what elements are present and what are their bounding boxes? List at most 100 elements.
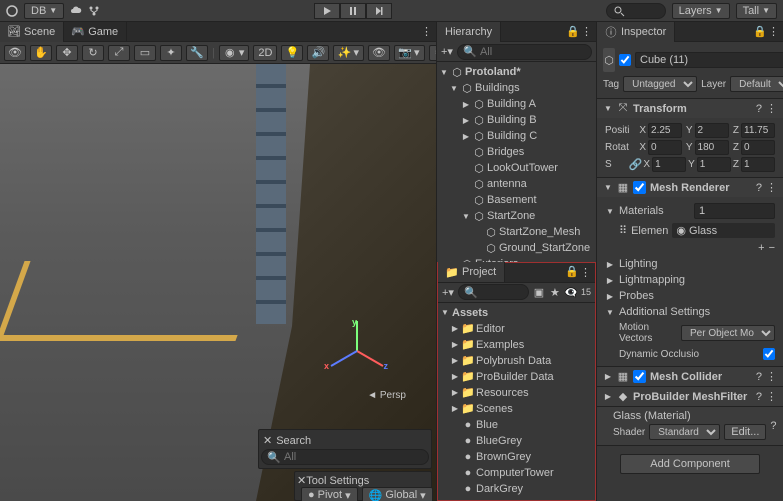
rect-tool[interactable]: ▭ — [134, 45, 156, 61]
mesh-renderer-toggle[interactable] — [633, 181, 646, 194]
hierarchy-item[interactable]: ⬡Bridges — [437, 144, 596, 160]
rotation-x[interactable] — [648, 140, 682, 155]
link-icon[interactable]: 🔗 — [629, 159, 641, 171]
project-item[interactable]: ●BrownGrey — [438, 449, 595, 465]
lighting-toggle[interactable]: 💡 — [281, 45, 303, 61]
project-item[interactable]: ●ComputerTower — [438, 465, 595, 481]
audio-toggle[interactable]: 🔊 — [307, 45, 329, 61]
global-toggle[interactable]: 🌐Global▾ — [362, 487, 433, 501]
motion-vectors-dropdown[interactable]: Per Object Mo — [681, 325, 775, 341]
drag-handle-icon[interactable]: ⠿ — [619, 224, 627, 237]
tab-menu-icon[interactable]: ⋮ — [768, 25, 779, 38]
camera-dropdown[interactable]: 📷▾ — [394, 45, 425, 61]
shader-dropdown[interactable]: Standard — [649, 424, 720, 440]
project-search[interactable]: 🔍 — [458, 284, 529, 300]
fold-icon[interactable]: ▼ — [440, 308, 450, 317]
fold-icon[interactable]: ▶ — [450, 388, 460, 397]
version-control-icon[interactable] — [88, 5, 100, 17]
lock-icon[interactable]: 🔒 — [754, 25, 766, 37]
fold-icon[interactable]: ▼ — [603, 183, 613, 192]
project-item[interactable]: ●Blue — [438, 417, 595, 433]
pause-button[interactable] — [340, 3, 366, 19]
transform-tool[interactable]: ✦ — [160, 45, 182, 61]
probuilder-header[interactable]: ▶◆ProBuilder MeshFilter?⋮ — [597, 387, 783, 406]
rotation-y[interactable] — [695, 140, 729, 155]
help-icon[interactable]: ? — [756, 182, 762, 194]
fold-icon[interactable]: ▶ — [450, 356, 460, 365]
close-icon[interactable]: ✕ — [263, 434, 272, 447]
edit-material-button[interactable]: Edit... — [724, 424, 766, 440]
tab-menu-icon[interactable]: ⋮ — [581, 25, 592, 38]
dynamic-occlusion-toggle[interactable] — [763, 348, 775, 360]
close-icon[interactable]: ✕ — [297, 475, 306, 487]
visibility-toggle[interactable]: 👁 — [368, 45, 390, 61]
transform-header[interactable]: ▼⤧Transform?⋮ — [597, 99, 783, 118]
menu-icon[interactable]: ⋮ — [766, 181, 777, 194]
hand-tool[interactable]: ✋ — [30, 45, 52, 61]
fold-icon[interactable]: ▶ — [603, 392, 613, 401]
hierarchy-item[interactable]: ⬡LookOutTower — [437, 160, 596, 176]
fold-icon[interactable]: ▶ — [450, 340, 460, 349]
scale-z[interactable] — [741, 157, 775, 172]
position-y[interactable] — [695, 123, 729, 138]
scene-search-input[interactable]: 🔍 — [261, 449, 429, 465]
hierarchy-item[interactable]: ▶⬡Building A — [437, 96, 596, 112]
menu-icon[interactable]: ⋮ — [766, 390, 777, 403]
scale-y[interactable] — [697, 157, 731, 172]
move-tool[interactable]: ✥ — [56, 45, 78, 61]
mode-2d[interactable]: 2D — [253, 45, 277, 61]
position-x[interactable] — [648, 123, 682, 138]
hierarchy-item[interactable]: ▼⬡StartZone — [437, 208, 596, 224]
hierarchy-item[interactable]: ▶⬡Building B — [437, 112, 596, 128]
fx-dropdown[interactable]: ✨▾ — [333, 45, 364, 61]
add-component-button[interactable]: Add Component — [620, 454, 760, 474]
layer-dropdown[interactable]: Default — [730, 76, 783, 92]
hierarchy-search[interactable]: 🔍 — [457, 44, 592, 60]
project-tree[interactable]: ▼Assets ▶📁Editor▶📁Examples▶📁Polybrush Da… — [438, 303, 595, 501]
hidden-icon[interactable]: 👁‍🗨 — [565, 286, 577, 298]
position-z[interactable] — [741, 123, 775, 138]
add-icon[interactable]: +▾ — [441, 45, 453, 58]
material-slot[interactable]: ◉ Glass — [672, 223, 775, 238]
hierarchy-item[interactable]: ▶⬡Building C — [437, 128, 596, 144]
help-icon[interactable]: ? — [756, 391, 762, 403]
play-button[interactable] — [314, 3, 340, 19]
fold-icon[interactable]: ▶ — [450, 404, 460, 413]
cloud-icon[interactable] — [70, 5, 82, 17]
fold-icon[interactable]: ▼ — [461, 212, 471, 221]
add-icon[interactable]: + — [758, 242, 764, 254]
menu-icon[interactable]: ⋮ — [766, 102, 777, 115]
pivot-toggle[interactable]: ●Pivot▾ — [301, 487, 358, 501]
help-icon[interactable]: ? — [756, 103, 762, 115]
favorite-icon[interactable]: ★ — [549, 286, 561, 298]
fold-icon[interactable]: ▶ — [461, 132, 471, 141]
add-icon[interactable]: +▾ — [442, 286, 454, 299]
move-gizmo[interactable]: y x z — [326, 321, 386, 381]
tab-scene[interactable]: 🏞Scene — [0, 22, 64, 42]
hierarchy-item[interactable]: ⬡Ground_StartZone — [437, 240, 596, 256]
hierarchy-item[interactable]: ⬡StartZone_Mesh — [437, 224, 596, 240]
tab-menu-icon[interactable]: ⋮ — [580, 266, 591, 279]
orientation-gizmo[interactable]: Persp — [367, 390, 406, 401]
material-header[interactable]: Glass (Material) ShaderStandardEdit... ?… — [597, 407, 783, 445]
gameobject-icon[interactable]: ⬡ — [603, 48, 615, 72]
rotation-z[interactable] — [741, 140, 775, 155]
scale-x[interactable] — [652, 157, 686, 172]
hierarchy-root[interactable]: ▼⬡Protoland* — [437, 64, 596, 80]
fold-icon[interactable]: ▶ — [450, 324, 460, 333]
fold-icon[interactable]: ▼ — [439, 68, 449, 77]
scene-viewport[interactable]: y x z Persp ✕Search 🔍 ✕Tool Settings ●Pi… — [0, 64, 436, 501]
project-item[interactable]: ▶📁ProBuilder Data — [438, 369, 595, 385]
hierarchy-item[interactable]: ⬡antenna — [437, 176, 596, 192]
project-item[interactable]: ▶📁Polybrush Data — [438, 353, 595, 369]
view-tool[interactable]: 👁 — [4, 45, 26, 61]
project-item[interactable]: ▶📁Resources — [438, 385, 595, 401]
project-root[interactable]: ▼Assets — [438, 305, 595, 321]
tab-hierarchy[interactable]: Hierarchy — [437, 22, 501, 42]
lightmapping-label[interactable]: Lightmapping — [619, 274, 685, 286]
project-item[interactable]: ▶📁Scenes — [438, 401, 595, 417]
tag-dropdown[interactable]: Untagged — [623, 76, 697, 92]
tab-game[interactable]: 🎮Game — [64, 22, 127, 42]
project-item[interactable]: ●DarkGrey — [438, 481, 595, 497]
menu-icon[interactable]: ⋮ — [766, 370, 777, 383]
